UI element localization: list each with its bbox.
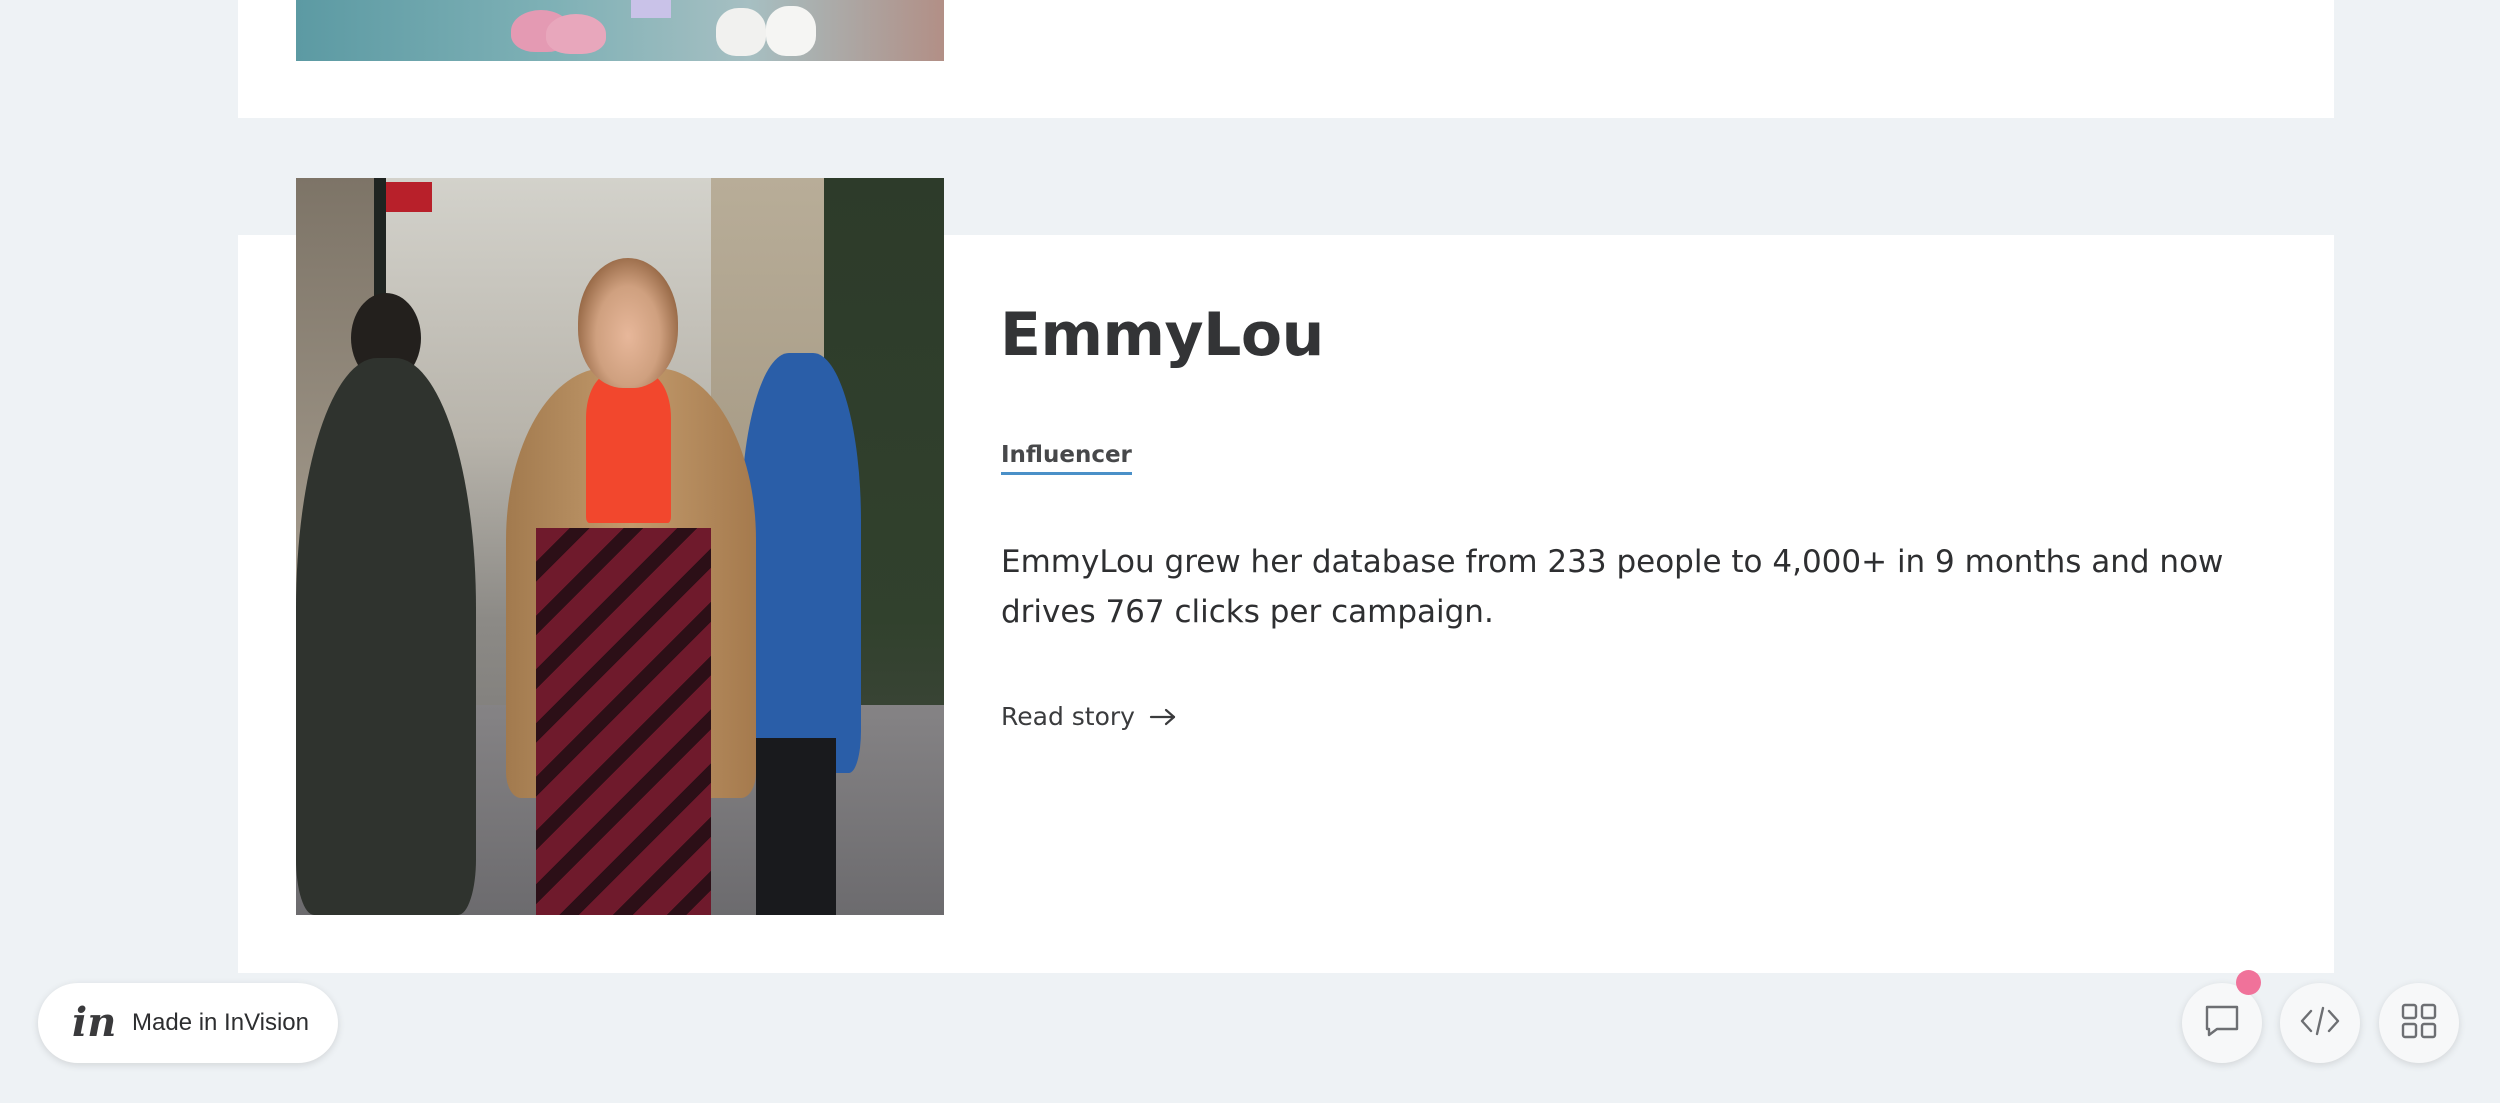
- code-button[interactable]: [2280, 983, 2360, 1063]
- notification-dot: [2236, 970, 2261, 995]
- box-shape: [631, 0, 671, 18]
- shoe-shape: [716, 8, 766, 56]
- previous-story-photo: [296, 0, 944, 61]
- read-story-label: Read story: [1001, 702, 1135, 731]
- read-story-link[interactable]: Read story: [1001, 702, 1177, 731]
- photo-person: [296, 358, 476, 915]
- invision-logo-icon: in: [72, 999, 117, 1046]
- photo-person: [756, 738, 836, 915]
- photo-person: [741, 353, 861, 773]
- shoe-shape: [546, 14, 606, 54]
- photo-sign: [386, 182, 432, 212]
- story-tag[interactable]: Influencer: [1001, 442, 1132, 475]
- comment-icon: [2203, 1003, 2241, 1044]
- grid-button[interactable]: [2379, 983, 2459, 1063]
- photo-subject-skirt: [536, 528, 711, 915]
- photo-subject-head: [578, 258, 678, 388]
- story-photo: [296, 178, 944, 915]
- arrow-right-icon: [1149, 707, 1177, 727]
- grid-icon: [2401, 1003, 2437, 1044]
- photo-subject-top: [586, 373, 671, 523]
- comments-button[interactable]: [2182, 983, 2262, 1063]
- shoe-shape: [766, 6, 816, 56]
- code-icon: [2299, 1005, 2341, 1042]
- made-in-invision-badge[interactable]: in Made in InVision: [38, 983, 338, 1063]
- story-title: EmmyLou: [1000, 300, 1324, 370]
- badge-label: Made in InVision: [132, 1009, 309, 1036]
- story-description: EmmyLou grew her database from 233 peopl…: [1001, 544, 2224, 630]
